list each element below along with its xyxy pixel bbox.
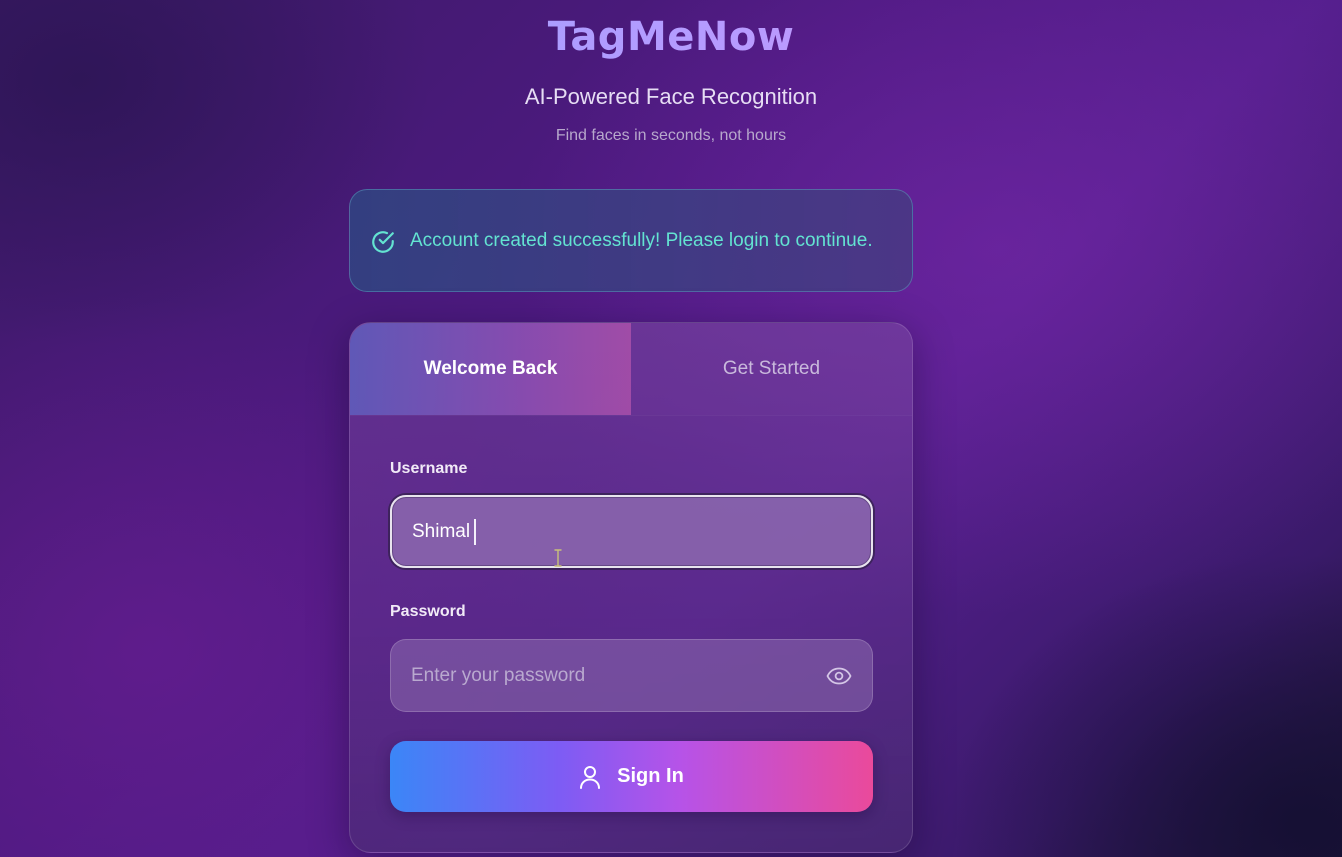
password-input[interactable]: Enter your password: [390, 639, 873, 712]
auth-tabs: Welcome Back Get Started: [350, 323, 912, 416]
page-tagline: Find faces in seconds, not hours: [555, 127, 787, 144]
success-alert: Account created successfully! Please log…: [349, 189, 913, 292]
alert-message: Account created successfully! Please log…: [410, 229, 873, 251]
sign-in-label: Sign In: [617, 765, 684, 787]
auth-card: Welcome Back Get Started Username Shimal…: [349, 322, 913, 853]
text-cursor-icon: [554, 549, 562, 567]
sign-in-button[interactable]: Sign In: [390, 741, 873, 812]
username-value: Shimal: [412, 520, 471, 542]
page-subtitle: AI-Powered Face Recognition: [524, 84, 818, 109]
username-input[interactable]: Shimal: [390, 495, 873, 568]
eye-icon[interactable]: [826, 667, 852, 685]
tab-welcome-back[interactable]: Welcome Back: [350, 323, 631, 415]
password-placeholder: Enter your password: [411, 664, 586, 686]
tab-get-started[interactable]: Get Started: [631, 323, 912, 415]
check-circle-icon: [372, 230, 394, 253]
username-label: Username: [390, 460, 468, 477]
password-label: Password: [390, 603, 466, 620]
user-icon: [580, 765, 601, 789]
brand-title: TagMeNow: [0, 14, 1342, 60]
text-caret: [474, 518, 477, 545]
